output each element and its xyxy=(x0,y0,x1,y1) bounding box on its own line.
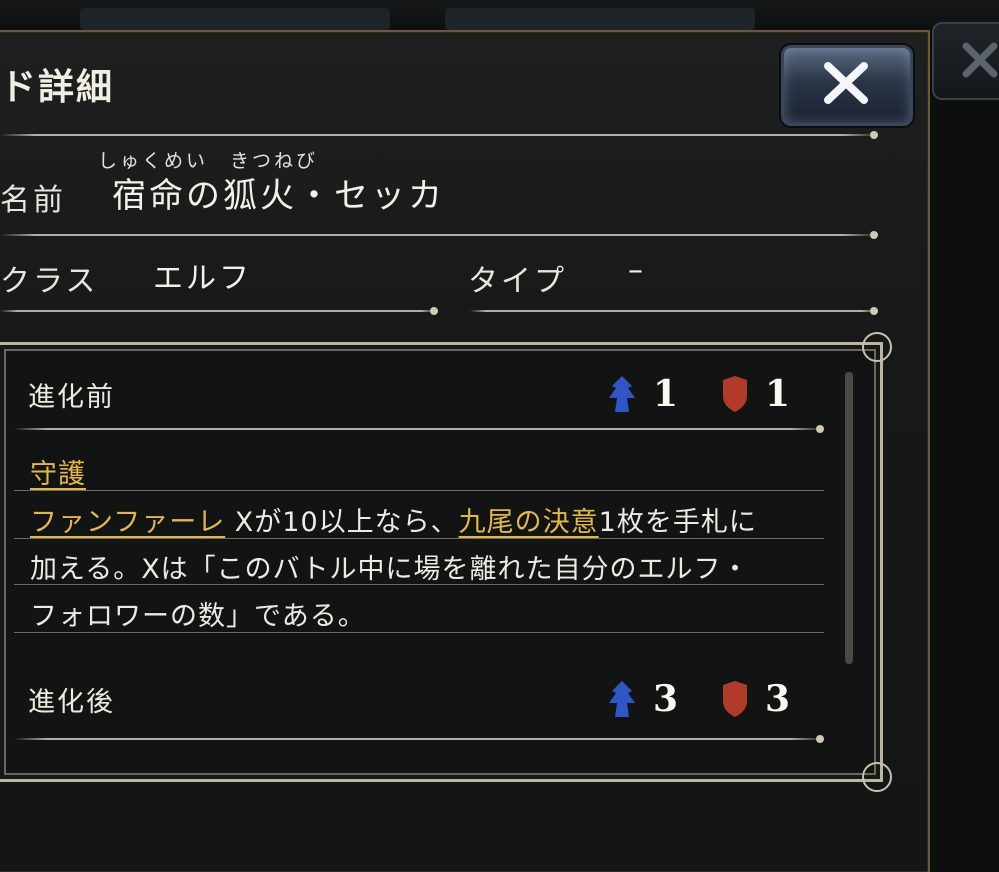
after-attack-value: 3 xyxy=(653,678,679,720)
divider xyxy=(0,307,438,315)
after-defense-stat: 3 xyxy=(721,678,790,720)
after-defense-value: 3 xyxy=(765,678,791,720)
text-divider xyxy=(14,584,824,585)
ability-line-2: 加える。Xは「このバトル中に場を離れた自分のエルフ・ xyxy=(30,554,750,585)
text-divider xyxy=(14,538,824,539)
text-divider xyxy=(14,490,824,491)
ability-text: Xが10以上なら、 xyxy=(225,507,459,538)
divider xyxy=(14,425,824,433)
close-icon xyxy=(962,42,998,78)
background-topbar xyxy=(0,0,999,34)
card-name: 宿命の狐火・セッカ xyxy=(112,176,445,216)
frame-ornament xyxy=(862,762,892,792)
name-label: 名前 xyxy=(0,183,66,218)
close-icon xyxy=(824,62,868,104)
before-defense-stat: 1 xyxy=(721,373,790,415)
type-value: – xyxy=(628,253,646,288)
background-tab xyxy=(445,8,755,30)
after-evolve-label: 進化後 xyxy=(28,687,115,718)
attack-icon xyxy=(609,681,635,717)
keyword-ward[interactable]: 守護 xyxy=(30,452,86,491)
dialog-title: ド詳細 xyxy=(0,67,115,108)
keyword-ward-link[interactable]: 守護 xyxy=(30,459,86,490)
defense-icon xyxy=(723,681,747,717)
frame-ornament xyxy=(862,332,892,362)
ability-scrollbar[interactable] xyxy=(845,372,853,664)
ability-line-1: ファンファーレ Xが10以上なら、九尾の決意1枚を手札に xyxy=(30,500,757,539)
ability-text: 1枚を手札に xyxy=(598,507,757,538)
divider xyxy=(0,131,878,139)
before-evolve-label: 進化前 xyxy=(28,382,115,413)
before-defense-value: 1 xyxy=(765,373,791,415)
keyword-card-link[interactable]: 九尾の決意 xyxy=(459,507,599,538)
close-button[interactable] xyxy=(781,45,913,126)
before-attack-stat: 1 xyxy=(607,373,678,415)
defense-icon xyxy=(723,376,747,412)
divider xyxy=(14,735,824,743)
divider xyxy=(470,307,878,315)
keyword-fanfare[interactable]: ファンファーレ xyxy=(30,507,225,538)
ability-line-3: フォロワーの数」である。 xyxy=(30,601,366,632)
class-label: クラス xyxy=(0,264,99,299)
type-label: タイプ xyxy=(468,264,567,299)
before-attack-value: 1 xyxy=(653,373,679,415)
attack-icon xyxy=(609,376,635,412)
after-attack-stat: 3 xyxy=(607,678,678,720)
background-close-button xyxy=(932,22,999,100)
class-value: エルフ xyxy=(153,261,252,296)
background-tab xyxy=(80,8,390,30)
divider xyxy=(0,231,878,239)
text-divider xyxy=(14,632,824,633)
